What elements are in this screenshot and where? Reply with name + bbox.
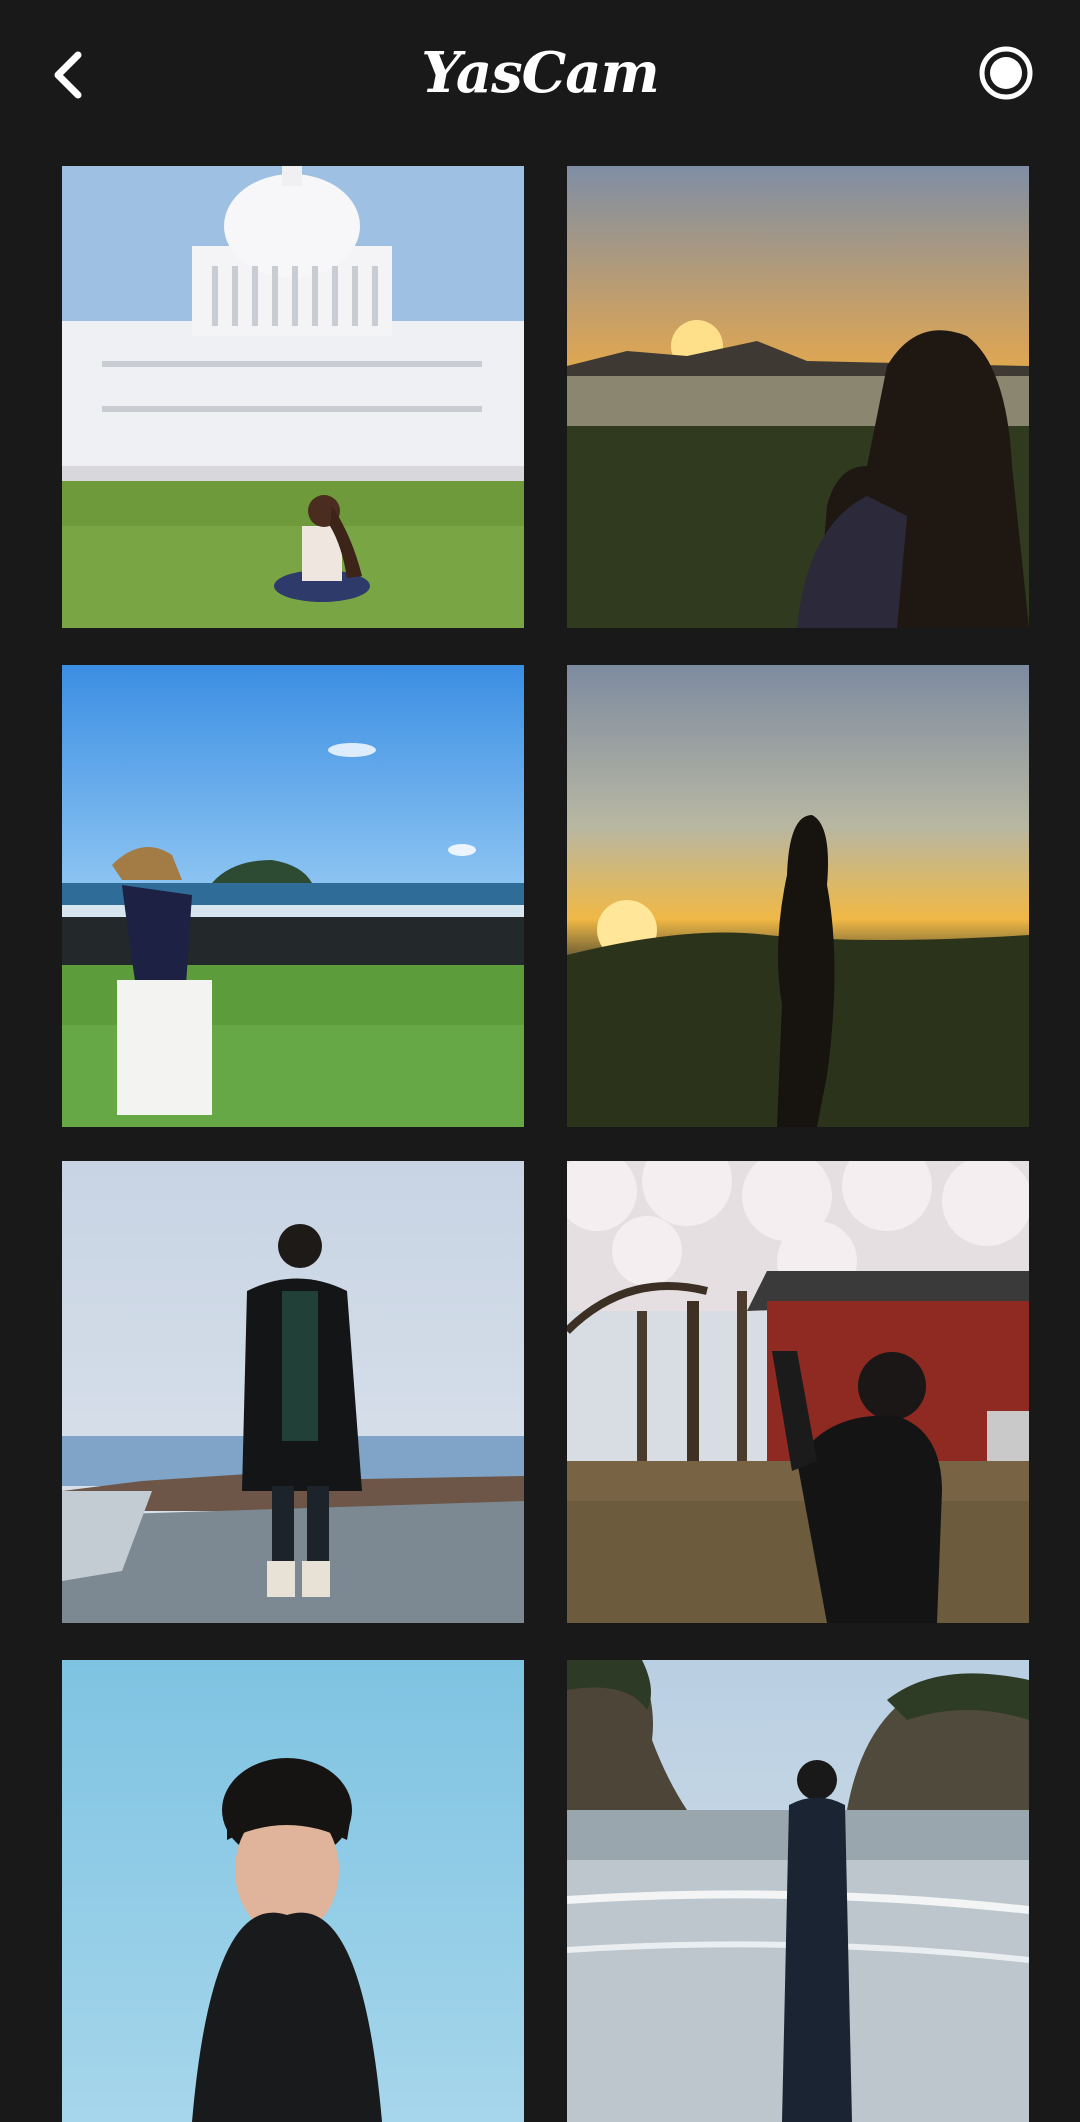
photo-thumbnail[interactable] — [567, 166, 1029, 628]
record-icon — [979, 46, 1033, 100]
photo-thumbnail[interactable] — [62, 1161, 524, 1623]
photo-thumbnail[interactable] — [62, 665, 524, 1127]
record-button[interactable] — [978, 45, 1034, 101]
photo-thumbnail[interactable] — [567, 665, 1029, 1127]
photo-thumbnail[interactable] — [62, 1660, 524, 2122]
app-title: YasCam — [421, 40, 660, 106]
photo-thumbnail[interactable] — [567, 1161, 1029, 1623]
photo-thumbnail[interactable] — [567, 1660, 1029, 2122]
photo-grid — [62, 166, 1029, 2122]
photo-thumbnail[interactable] — [62, 166, 524, 628]
app-header: YasCam — [0, 0, 1080, 150]
